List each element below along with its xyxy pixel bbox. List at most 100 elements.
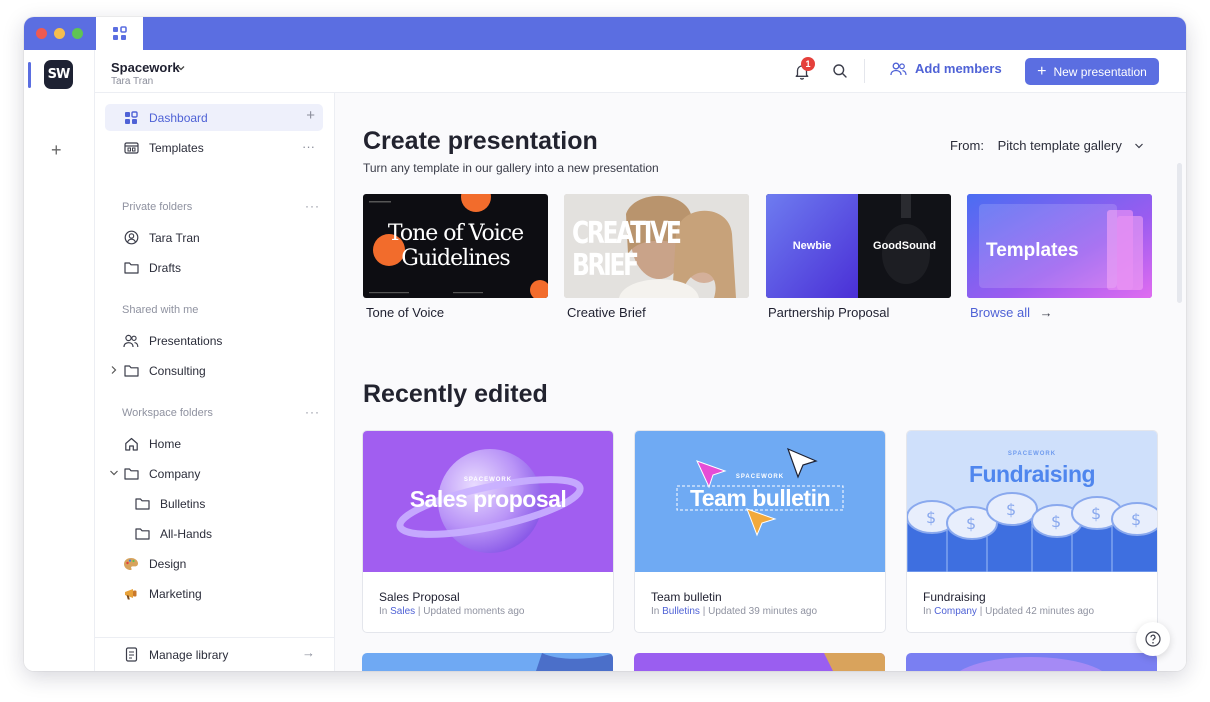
- template-source-select[interactable]: From: Pitch template gallery: [950, 138, 1144, 153]
- section-workspace-folders: Workspace folders: [122, 407, 213, 419]
- updated-text: | Updated 39 minutes ago: [702, 606, 818, 617]
- presentation-meta: In Company | Updated 42 minutes ago: [923, 606, 1094, 617]
- in-prefix: In: [379, 606, 388, 617]
- sidebar-item-bulletins[interactable]: Bulletins: [116, 490, 323, 517]
- question-icon: [1145, 631, 1161, 647]
- presentation-card-peek[interactable]: [634, 653, 885, 671]
- sidebar-item-templates[interactable]: Templates ···: [105, 134, 323, 161]
- maximize-window-button[interactable]: [72, 28, 83, 39]
- creative-brief-art-line1: CREATIVE: [572, 216, 682, 251]
- sidebar-footer: Manage library →: [95, 637, 335, 671]
- arrow-right-icon: →: [302, 645, 315, 660]
- template-card-partnership-proposal[interactable]: Newbie GoodSound: [766, 194, 951, 298]
- template-label[interactable]: Creative Brief: [567, 305, 646, 320]
- folder-link[interactable]: Sales: [390, 606, 415, 617]
- templates-gallery-art: Templates: [986, 240, 1079, 261]
- sidebar-item-label: Templates: [149, 140, 204, 155]
- home-icon: [121, 437, 141, 451]
- sidebar-item-design[interactable]: Design: [105, 550, 323, 577]
- templates-icon: [121, 141, 141, 154]
- updated-text: | Updated 42 minutes ago: [979, 606, 1095, 617]
- add-icon[interactable]: +: [306, 107, 315, 124]
- plus-icon: +: [1037, 62, 1047, 80]
- new-presentation-button[interactable]: + New presentation: [1025, 58, 1159, 85]
- partnership-art-left: Newbie: [792, 240, 832, 252]
- folder-icon: [132, 527, 152, 540]
- workspace-name[interactable]: Spacework: [111, 60, 180, 75]
- chevron-down-icon[interactable]: [176, 63, 186, 73]
- sidebar-item-label: Tara Tran: [149, 230, 200, 245]
- more-icon[interactable]: ···: [305, 405, 320, 419]
- fundraising-brand: SPACEWORK: [1007, 451, 1057, 457]
- add-workspace-icon[interactable]: +: [51, 140, 62, 161]
- more-icon[interactable]: ···: [305, 199, 320, 213]
- folder-icon: [121, 467, 141, 480]
- add-members-label: Add members: [915, 61, 1002, 76]
- workspace-user: Tara Tran: [111, 76, 154, 87]
- active-workspace-indicator: [28, 62, 31, 88]
- recently-edited-heading: Recently edited: [363, 380, 548, 408]
- sidebar-item-dashboard[interactable]: Dashboard +: [105, 104, 323, 131]
- main-content: Create presentation Turn any template in…: [335, 93, 1186, 671]
- help-button[interactable]: [1136, 622, 1170, 656]
- sidebar-item-label: Design: [149, 556, 187, 571]
- folder-icon: [121, 364, 141, 377]
- updated-text: | Updated moments ago: [417, 606, 525, 617]
- folder-link[interactable]: Company: [934, 606, 977, 617]
- sidebar-item-label: Presentations: [149, 333, 223, 348]
- app-window: SW + Spacework Tara Tran 1 Add members +…: [24, 17, 1186, 671]
- svg-text:$: $: [1051, 512, 1061, 531]
- peek-thumbnail: [824, 653, 885, 671]
- template-label[interactable]: Tone of Voice: [366, 305, 444, 320]
- template-card-tone-of-voice[interactable]: Tone of Voice Guidelines: [363, 194, 548, 298]
- peek-thumbnail: [960, 657, 1102, 671]
- sidebar-item-all-hands[interactable]: All-Hands: [116, 520, 323, 547]
- team-bulletin-thumbnail: SPACEWORK Team bulletin: [635, 431, 885, 572]
- sidebar-item-label: Company: [149, 466, 201, 481]
- sidebar-item-label: Dashboard: [149, 110, 208, 125]
- svg-text:$: $: [1091, 504, 1101, 523]
- section-private-folders: Private folders: [122, 201, 193, 213]
- search-icon[interactable]: [832, 63, 848, 79]
- peek-thumbnail: [536, 653, 613, 671]
- browse-all-link[interactable]: Browse all →: [970, 305, 1053, 320]
- team-bulletin-art: Team bulletin: [689, 485, 831, 511]
- sidebar: Dashboard + Templates ··· Private folder…: [95, 93, 335, 671]
- sidebar-item-home[interactable]: Home: [105, 430, 323, 457]
- presentation-card-team-bulletin[interactable]: SPACEWORK Team bulletin Team bulletin In…: [634, 430, 886, 633]
- section-shared-with-me: Shared with me: [122, 304, 199, 316]
- template-card-creative-brief[interactable]: CREATIVE BRIEF: [564, 194, 749, 298]
- svg-text:$: $: [1131, 510, 1141, 529]
- workspace-logo[interactable]: SW: [44, 60, 73, 89]
- sidebar-item-drafts[interactable]: Drafts: [105, 254, 323, 281]
- sidebar-item-company[interactable]: Company: [105, 460, 323, 487]
- sidebar-item-presentations[interactable]: Presentations: [105, 327, 323, 354]
- template-card-gallery[interactable]: Templates: [967, 194, 1152, 298]
- top-header: Spacework Tara Tran 1 Add members + New …: [95, 50, 1186, 93]
- vertical-scrollbar[interactable]: [1177, 163, 1182, 303]
- in-prefix: In: [923, 606, 932, 617]
- close-window-button[interactable]: [36, 28, 47, 39]
- presentation-card-sales-proposal[interactable]: SPACEWORK Sales proposal Sales Proposal …: [362, 430, 614, 633]
- sidebar-item-consulting[interactable]: Consulting: [105, 357, 323, 384]
- sidebar-item-label: Drafts: [149, 260, 182, 275]
- presentation-card-fundraising[interactable]: $ $ $ $ $ $ SPACEWORK Fundraising Fundraising…: [906, 430, 1158, 633]
- minimize-window-button[interactable]: [54, 28, 65, 39]
- dashboard-tab[interactable]: [96, 17, 143, 50]
- svg-text:$: $: [1006, 500, 1016, 519]
- sidebar-item-tara-tran[interactable]: Tara Tran: [105, 224, 323, 251]
- presentation-meta: In Bulletins | Updated 39 minutes ago: [651, 606, 817, 617]
- sidebar-item-marketing[interactable]: Marketing: [105, 580, 323, 607]
- megaphone-icon: [121, 587, 141, 601]
- presentation-card-peek[interactable]: [906, 653, 1157, 671]
- add-members-button[interactable]: Add members: [890, 61, 1002, 76]
- in-prefix: In: [651, 606, 660, 617]
- template-label[interactable]: Partnership Proposal: [768, 305, 889, 320]
- grid-icon: [121, 110, 141, 125]
- notification-badge: 1: [801, 57, 815, 71]
- more-icon[interactable]: ···: [302, 139, 315, 154]
- presentation-card-peek[interactable]: [362, 653, 613, 671]
- partnership-art-right: GoodSound: [873, 240, 936, 252]
- manage-library-button[interactable]: Manage library →: [105, 641, 323, 668]
- folder-link[interactable]: Bulletins: [662, 606, 700, 617]
